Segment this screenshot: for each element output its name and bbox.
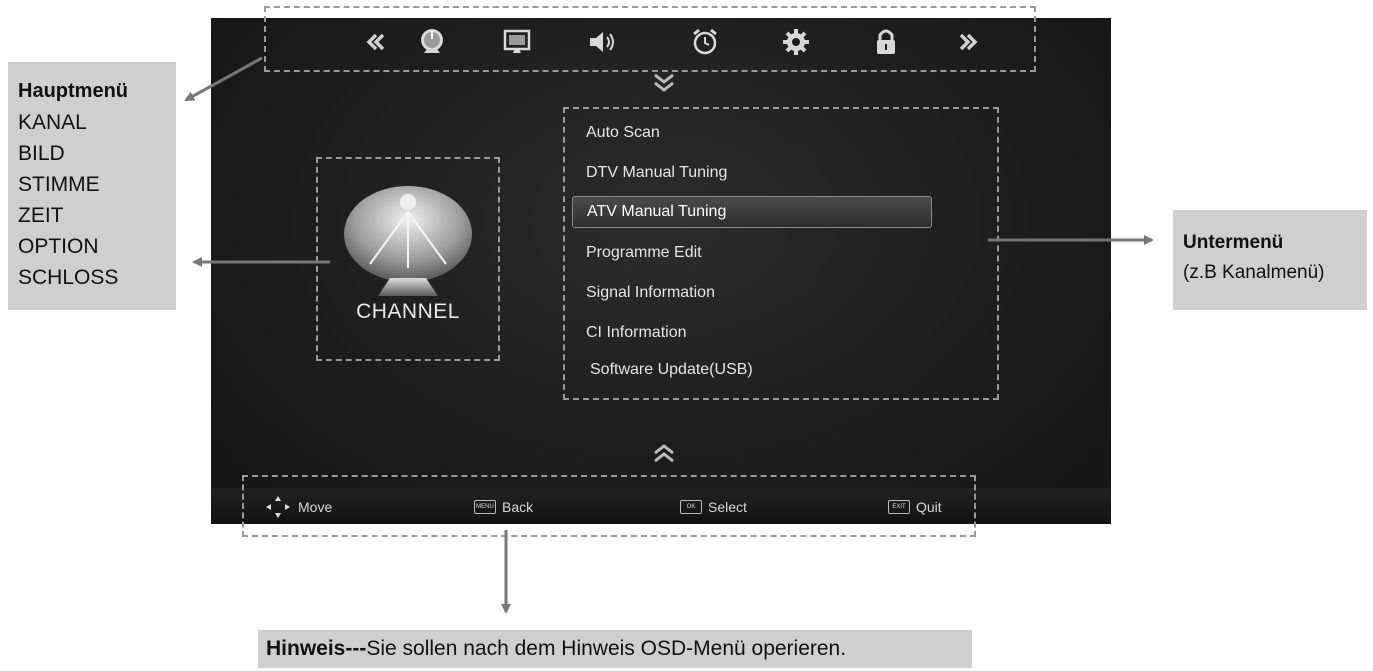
main-menu-item-stimme: STIMME bbox=[18, 173, 100, 196]
hint-callout: Hinweis---Sie sollen nach dem Hinweis OS… bbox=[258, 630, 972, 668]
main-menu-item-zeit: ZEIT bbox=[18, 204, 64, 227]
annotation-arrows bbox=[184, 56, 1154, 614]
submenu-heading: Untermenü bbox=[1183, 232, 1284, 253]
main-menu-item-kanal: KANAL bbox=[18, 111, 87, 134]
hint-heading: Hinweis--- bbox=[266, 637, 367, 660]
main-menu-heading: Hauptmenü bbox=[18, 80, 128, 102]
hint-text: Sie sollen nach dem Hinweis OSD-Menü ope… bbox=[366, 637, 847, 660]
main-menu-item-schloss: SCHLOSS bbox=[18, 266, 119, 289]
submenu-note: (z.B Kanalmenü) bbox=[1183, 262, 1325, 283]
main-menu-callout: Hauptmenü KANAL BILD STIMME ZEIT OPTION … bbox=[8, 62, 176, 310]
main-menu-item-bild: BILD bbox=[18, 142, 65, 165]
submenu-callout: Untermenü (z.B Kanalmenü) bbox=[1173, 210, 1367, 310]
arrow-to-main-menu bbox=[184, 56, 263, 102]
main-menu-item-option: OPTION bbox=[18, 235, 99, 258]
